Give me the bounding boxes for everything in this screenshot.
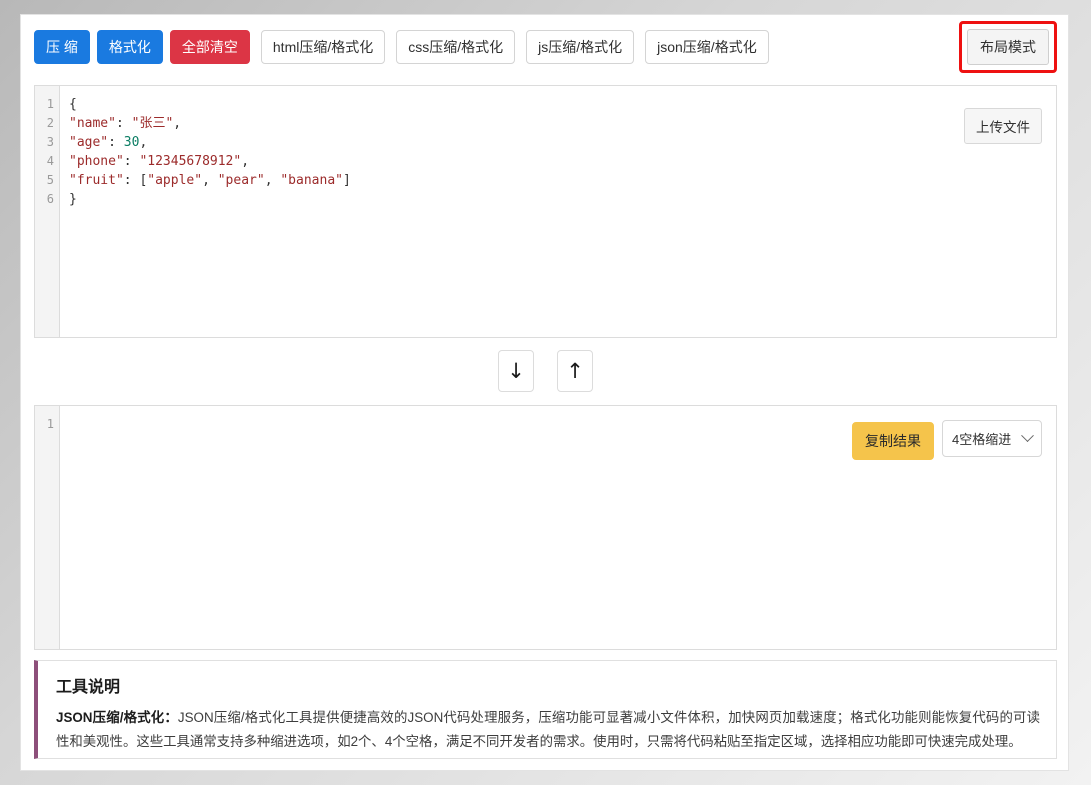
line-number: 1	[46, 417, 54, 431]
js-tool-button[interactable]: js压缩/格式化	[526, 29, 635, 64]
code-token: "phone"	[69, 154, 124, 169]
clear-all-button[interactable]: 全部清空	[169, 29, 250, 64]
tool-description-panel: 工具说明 JSON压缩/格式化：JSON压缩/格式化工具提供便捷高效的JSON代…	[34, 660, 1057, 759]
code-token: "apple"	[147, 173, 203, 188]
code-line: "age": 30,	[69, 133, 1056, 152]
layout-mode-button[interactable]: 布局模式	[967, 28, 1049, 65]
chevron-down-icon	[1021, 429, 1034, 443]
code-token: "name"	[69, 116, 116, 131]
code-line: {	[69, 95, 1056, 114]
code-token: ,	[241, 154, 250, 169]
swap-button-row: ↓ ↑	[21, 350, 1070, 392]
code-token: "banana"	[280, 173, 343, 188]
move-down-button[interactable]: ↓	[498, 350, 534, 392]
code-token: "张三"	[131, 116, 174, 131]
format-button[interactable]: 格式化	[96, 29, 163, 64]
code-line: }	[69, 190, 1056, 209]
line-number: 6	[46, 192, 54, 206]
description-lead: JSON压缩/格式化：	[56, 710, 178, 725]
upload-file-button[interactable]: 上传文件	[964, 108, 1042, 144]
page-frame: 压 缩 格式化 全部清空 html压缩/格式化 css压缩/格式化 js压缩/格…	[0, 0, 1091, 785]
layout-mode-highlight: 布局模式	[959, 20, 1057, 73]
code-token: :	[115, 116, 132, 131]
indent-select[interactable]: 4空格缩进	[942, 420, 1042, 457]
line-number: 1	[46, 97, 54, 111]
json-tool-button[interactable]: json压缩/格式化	[645, 29, 769, 64]
code-token: ]	[342, 173, 351, 188]
description-text: JSON压缩/格式化工具提供便捷高效的JSON代码处理服务，压缩功能可显著减小文…	[56, 710, 1040, 750]
code-line: "phone": "12345678912",	[69, 152, 1056, 171]
code-token: "pear"	[217, 173, 265, 188]
code-token: ,	[202, 173, 218, 188]
code-token: }	[69, 192, 77, 207]
code-token: ,	[264, 173, 281, 188]
code-token: ,	[173, 116, 182, 131]
line-number: 3	[46, 135, 54, 149]
app-window: 压 缩 格式化 全部清空 html压缩/格式化 css压缩/格式化 js压缩/格…	[20, 14, 1069, 771]
code-token: "12345678912"	[139, 154, 242, 169]
line-number: 5	[46, 173, 54, 187]
css-tool-button[interactable]: css压缩/格式化	[396, 29, 516, 64]
code-token: {	[69, 97, 77, 112]
description-body: JSON压缩/格式化：JSON压缩/格式化工具提供便捷高效的JSON代码处理服务…	[56, 706, 1040, 755]
code-line: "name": "张三",	[69, 114, 1056, 133]
code-token: : [	[123, 173, 148, 188]
code-token: :	[123, 154, 140, 169]
html-tool-button[interactable]: html压缩/格式化	[260, 29, 386, 64]
code-token: ,	[139, 135, 148, 150]
description-title: 工具说明	[56, 679, 121, 696]
output-editor[interactable]: 1 复制结果 4空格缩进	[34, 405, 1057, 650]
code-token: "age"	[69, 135, 109, 150]
input-editor[interactable]: 123456 {"name": "张三", "age": 30, "phone": …	[34, 85, 1057, 338]
line-number: 2	[46, 116, 54, 130]
code-token: "fruit"	[69, 173, 124, 188]
output-line-numbers: 1	[35, 406, 60, 649]
code-line: "fruit": ["apple", "pear", "banana"]	[69, 171, 1056, 190]
line-number: 4	[46, 154, 54, 168]
toolbar: 压 缩 格式化 全部清空 html压缩/格式化 css压缩/格式化 js压缩/格…	[21, 15, 1070, 78]
input-code-area[interactable]: {"name": "张三", "age": 30, "phone": "123456…	[61, 86, 1056, 337]
code-token: 30	[123, 135, 140, 150]
indent-select-value: 4空格缩进	[952, 432, 1012, 447]
copy-result-button[interactable]: 复制结果	[852, 422, 934, 460]
compress-button[interactable]: 压 缩	[34, 29, 90, 64]
code-token: :	[108, 135, 124, 150]
input-line-numbers: 1 2 3 4 5 6	[35, 86, 60, 337]
move-up-button[interactable]: ↑	[557, 350, 593, 392]
